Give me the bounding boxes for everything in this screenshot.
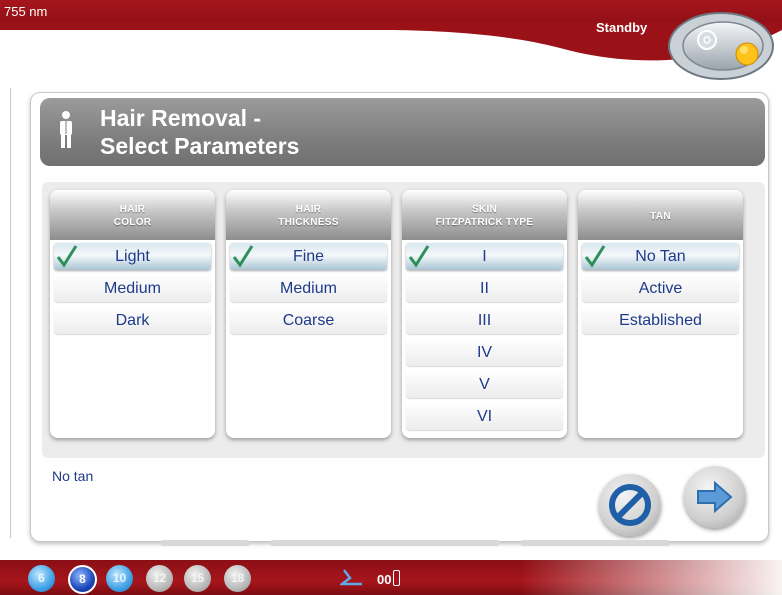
option-item[interactable]: Coarse <box>230 307 387 334</box>
left-divider <box>10 88 11 538</box>
spot-size-button-8[interactable]: 8 <box>68 565 97 594</box>
option-item[interactable]: VI <box>406 403 563 430</box>
option-label: Medium <box>104 280 161 297</box>
option-label: IV <box>476 344 493 361</box>
column-header: SKIN FITZPATRICK TYPE <box>402 190 567 240</box>
person-icon <box>60 111 72 148</box>
option-item[interactable]: V <box>406 371 563 398</box>
option-label: Dark <box>115 312 150 329</box>
option-item[interactable]: Active <box>582 275 739 302</box>
option-item[interactable]: Fine <box>230 243 387 270</box>
handpiece-icon <box>340 569 362 586</box>
status-label: Standby <box>596 20 648 35</box>
checkmark-icon <box>232 245 254 268</box>
option-item[interactable]: Medium <box>230 275 387 302</box>
column-header-line1: HAIR <box>295 204 322 215</box>
bottom-bar-fade <box>520 560 782 595</box>
bottom-tab-shadows <box>160 540 670 546</box>
pulse-counter: 00 <box>377 570 401 587</box>
option-label: V <box>479 376 490 393</box>
page-title: Hair Removal - Select Parameters <box>100 104 299 160</box>
column-header-line2: FITZPATRICK TYPE <box>435 217 534 228</box>
parameter-column-2: SKIN FITZPATRICK TYPE I II III IV V VI <box>402 190 567 438</box>
option-label: VI <box>476 408 493 425</box>
cancel-icon <box>609 484 651 526</box>
column-header-line2: THICKNESS <box>278 217 339 228</box>
option-label: Coarse <box>282 312 335 329</box>
option-label: Fine <box>292 248 325 265</box>
spot-size-button-15[interactable]: 15 <box>184 565 211 592</box>
option-item[interactable]: No Tan <box>582 243 739 270</box>
option-item[interactable]: Light <box>54 243 211 270</box>
option-item[interactable]: Medium <box>54 275 211 302</box>
option-item[interactable]: IV <box>406 339 563 366</box>
spot-size-button-6[interactable]: 6 <box>28 565 55 592</box>
column-header-line1: HAIR <box>119 204 146 215</box>
page-title-line2: Select Parameters <box>100 133 300 159</box>
counter-bar-icon <box>393 570 401 586</box>
spot-size-button-10[interactable]: 10 <box>106 565 133 592</box>
option-item[interactable]: III <box>406 307 563 334</box>
column-header-line1: SKIN <box>471 204 498 215</box>
option-label: Medium <box>280 280 337 297</box>
option-label: No Tan <box>635 248 686 265</box>
parameter-column-1: HAIR THICKNESS Fine Medium Coarse <box>226 190 391 438</box>
checkmark-icon <box>56 245 78 268</box>
checkmark-icon <box>408 245 430 268</box>
page-title-line1: Hair Removal - <box>100 105 262 131</box>
info-text: No tan <box>52 468 94 484</box>
option-label: Established <box>619 312 702 329</box>
option-item[interactable]: II <box>406 275 563 302</box>
column-header: HAIR COLOR <box>50 190 215 240</box>
option-label: I <box>482 248 487 265</box>
wavelength-label: 755 nm <box>4 4 48 19</box>
next-button[interactable] <box>684 466 746 528</box>
spot-size-button-12[interactable]: 12 <box>146 565 173 592</box>
spot-size-button-18[interactable]: 18 <box>224 565 251 592</box>
checkmark-icon <box>584 245 606 268</box>
arrow-right-icon <box>697 480 733 514</box>
option-label: Active <box>638 280 683 297</box>
pulse-counter-value: 00 <box>377 572 392 587</box>
parameter-column-3: TAN No Tan Active Established <box>578 190 743 438</box>
column-header: HAIR THICKNESS <box>226 190 391 240</box>
option-item[interactable]: I <box>406 243 563 270</box>
standby-toggle-icon[interactable] <box>667 10 775 82</box>
option-label: Light <box>115 248 150 265</box>
option-label: III <box>477 312 492 329</box>
column-header-line2: COLOR <box>113 217 152 228</box>
option-item[interactable]: Dark <box>54 307 211 334</box>
option-item[interactable]: Established <box>582 307 739 334</box>
top-bar-wave <box>0 22 782 61</box>
column-header: TAN <box>578 190 743 240</box>
parameter-column-0: HAIR COLOR Light Medium Dark <box>50 190 215 438</box>
column-header-line1: TAN <box>650 211 671 222</box>
option-label: II <box>480 280 489 297</box>
cancel-button[interactable] <box>599 474 661 536</box>
